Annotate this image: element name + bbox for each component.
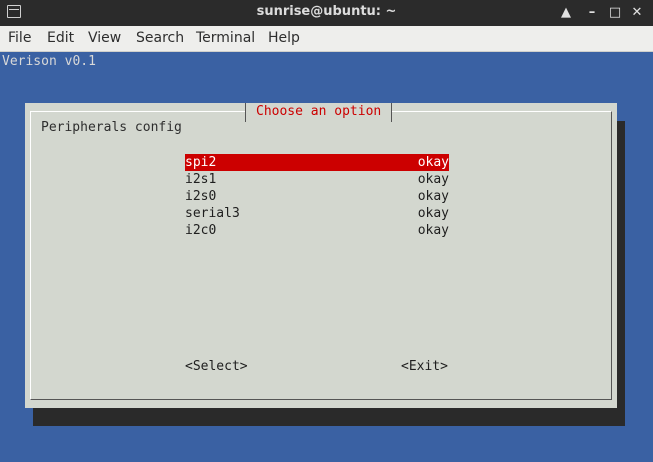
menu-view[interactable]: View <box>88 30 121 46</box>
maximize-button[interactable]: □ <box>606 4 624 22</box>
exit-button[interactable]: <Exit> <box>401 359 448 374</box>
list-item-serial3[interactable]: serial3 okay <box>185 205 449 222</box>
item-status: okay <box>417 223 449 238</box>
title-bar: sunrise@ubuntu: ~ ▲ – □ ✕ <box>0 0 653 26</box>
close-button[interactable]: ✕ <box>628 4 646 22</box>
item-status: okay <box>417 172 449 187</box>
terminal-area[interactable]: Verison v0.1 Choose an option Peripheral… <box>0 52 653 462</box>
dialog-title: Choose an option <box>245 103 393 122</box>
list-item-i2c0[interactable]: i2c0 okay <box>185 222 449 239</box>
window-title: sunrise@ubuntu: ~ <box>256 4 397 19</box>
item-name: i2s1 <box>185 172 217 187</box>
item-status: okay <box>417 206 449 221</box>
options-dialog: Choose an option Peripherals config spi2… <box>25 103 617 408</box>
menu-help[interactable]: Help <box>268 30 300 46</box>
menu-bar: File Edit View Search Terminal Help <box>0 26 653 52</box>
list-item-i2s1[interactable]: i2s1 okay <box>185 171 449 188</box>
list-item-spi2[interactable]: spi2 okay <box>185 154 449 171</box>
item-name: i2c0 <box>185 223 217 238</box>
dialog-subtitle: Peripherals config <box>41 120 182 135</box>
item-name: serial3 <box>185 206 240 221</box>
arrow-up-icon[interactable]: ▲ <box>557 4 575 22</box>
select-button[interactable]: <Select> <box>185 359 248 374</box>
menu-search[interactable]: Search <box>136 30 184 46</box>
menu-edit[interactable]: Edit <box>47 30 74 46</box>
menu-file[interactable]: File <box>8 30 31 46</box>
item-status: okay <box>417 155 449 170</box>
list-item-i2s0[interactable]: i2s0 okay <box>185 188 449 205</box>
menu-terminal[interactable]: Terminal <box>196 30 255 46</box>
minimize-button[interactable]: – <box>583 4 601 22</box>
item-status: okay <box>417 189 449 204</box>
version-text: Verison v0.1 <box>2 54 96 69</box>
item-name: i2s0 <box>185 189 217 204</box>
options-list: spi2 okay i2s1 okay i2s0 okay serial3 ok… <box>185 154 449 239</box>
item-name: spi2 <box>185 155 217 170</box>
